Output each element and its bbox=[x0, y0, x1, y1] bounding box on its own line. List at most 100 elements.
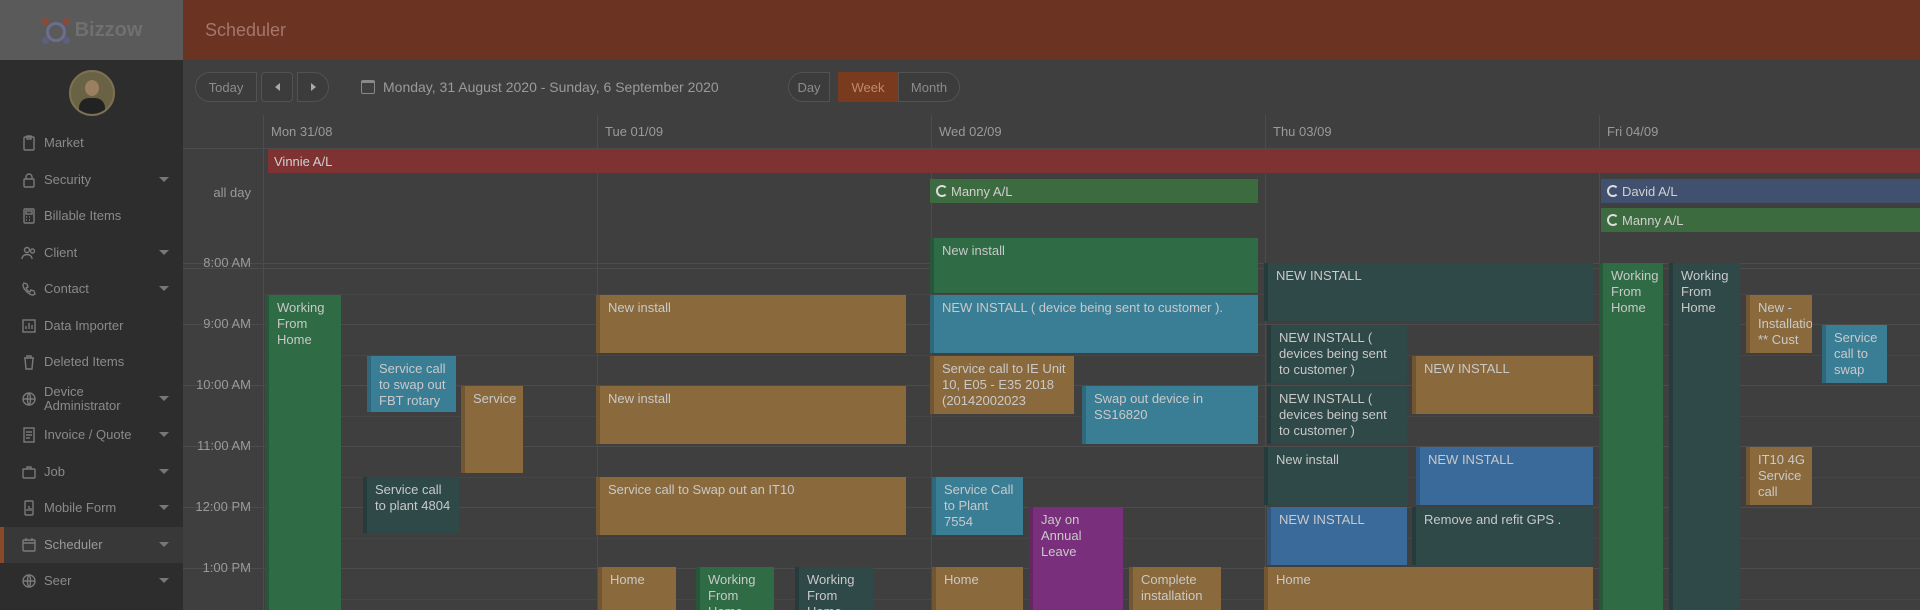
calendar-event[interactable]: NEW INSTALL bbox=[1267, 507, 1407, 565]
calendar-event[interactable]: New install bbox=[1264, 447, 1408, 505]
sidebar-item-invoice-quote[interactable]: Invoice / Quote bbox=[0, 417, 183, 454]
event-title: NEW INSTALL bbox=[1424, 361, 1510, 376]
calendar-event[interactable]: Home bbox=[598, 567, 676, 610]
calendar-event[interactable]: New install bbox=[930, 238, 1258, 293]
sidebar-item-mobile-form[interactable]: Mobile Form bbox=[0, 490, 183, 527]
date-range-label: Monday, 31 August 2020 - Sunday, 6 Septe… bbox=[383, 79, 719, 95]
calendar-event[interactable]: Swap out device in SS16820 bbox=[1082, 386, 1258, 444]
calendar-event[interactable]: New install bbox=[596, 295, 906, 353]
sidebar-item-label: Security bbox=[44, 171, 91, 187]
view-week-button[interactable]: Week bbox=[838, 72, 898, 102]
all-day-event[interactable]: Manny A/L bbox=[930, 179, 1258, 203]
calendar-icon bbox=[20, 536, 38, 554]
event-title: David A/L bbox=[1622, 183, 1678, 199]
sidebar-item-contact[interactable]: Contact bbox=[0, 271, 183, 308]
previous-week-button[interactable] bbox=[261, 72, 293, 102]
calendar-event[interactable]: Working From Home bbox=[1599, 263, 1663, 610]
all-day-event[interactable]: Vinnie A/L bbox=[268, 149, 1920, 173]
calendar-event[interactable]: Working From Home bbox=[265, 295, 341, 610]
event-title: Working From Home bbox=[277, 300, 325, 347]
sidebar-item-job[interactable]: Job bbox=[0, 454, 183, 491]
calendar-event[interactable]: IT10 4G Service call bbox=[1746, 447, 1812, 505]
chevron-left-icon bbox=[274, 83, 280, 91]
calendar-event[interactable]: NEW INSTALL bbox=[1412, 356, 1593, 414]
event-title: Home bbox=[610, 572, 645, 587]
calendar-event[interactable]: Service bbox=[461, 386, 523, 473]
calendar-toolbar: Today Monday, 31 August 2020 - Sunday, 6… bbox=[183, 60, 1920, 115]
sidebar-item-device-administrator[interactable]: Device Administrator bbox=[0, 381, 183, 418]
calendar-event[interactable]: NEW INSTALL ( devices being sent to cust… bbox=[1267, 325, 1407, 383]
sidebar-item-security[interactable]: Security bbox=[0, 162, 183, 199]
calendar-event[interactable]: NEW INSTALL bbox=[1264, 263, 1593, 321]
calendar-event[interactable]: Service call to Swap out an IT10 bbox=[596, 477, 906, 535]
calendar-event[interactable]: Home bbox=[932, 567, 1023, 610]
calendar-event[interactable]: Jay on Annual Leave bbox=[1029, 507, 1123, 610]
sidebar-item-label: Data Importer bbox=[44, 317, 124, 333]
user-avatar[interactable] bbox=[69, 70, 115, 116]
sidebar-item-label: Contact bbox=[44, 281, 89, 297]
event-title: Service call to swap bbox=[1834, 330, 1878, 377]
invoice-icon bbox=[20, 426, 38, 444]
logo-text: Bizzow bbox=[74, 18, 143, 41]
day-header[interactable]: Wed 02/09 bbox=[939, 124, 1002, 139]
sidebar-item-scheduler[interactable]: Scheduler bbox=[0, 526, 183, 563]
day-header[interactable]: Mon 31/08 bbox=[271, 124, 332, 139]
today-button[interactable]: Today bbox=[195, 72, 257, 102]
calendar-event[interactable]: New - Installatio ** Cust bbox=[1746, 295, 1812, 353]
event-title: Home bbox=[1276, 572, 1311, 587]
lock-icon bbox=[20, 171, 38, 189]
event-title: Manny A/L bbox=[951, 183, 1013, 199]
event-title: Vinnie A/L bbox=[274, 153, 333, 169]
view-day-button[interactable]: Day bbox=[788, 72, 830, 102]
calendar-event[interactable]: NEW INSTALL ( devices being sent to cust… bbox=[1267, 386, 1407, 444]
next-week-button[interactable] bbox=[297, 72, 329, 102]
all-day-event[interactable]: David A/L bbox=[1601, 179, 1920, 203]
calendar-event[interactable]: Service call to swap out FBT rotary bbox=[367, 356, 456, 412]
sidebar-item-seer[interactable]: Seer bbox=[0, 563, 183, 600]
globe-gear-icon bbox=[20, 390, 38, 408]
chevron-down-icon bbox=[159, 176, 169, 182]
day-header[interactable]: Tue 01/09 bbox=[605, 124, 663, 139]
event-title: IT10 4G Service call bbox=[1758, 452, 1805, 499]
sidebar-item-billable-items[interactable]: Billable Items bbox=[0, 198, 183, 235]
chevron-down-icon bbox=[159, 541, 169, 547]
sidebar-nav: Market Security Billable Items Client Contac… bbox=[0, 125, 183, 600]
time-label: 10:00 AM bbox=[196, 377, 251, 392]
calendar-event[interactable]: Complete installation bbox=[1129, 567, 1221, 610]
sidebar-item-market[interactable]: Market bbox=[0, 125, 183, 162]
all-day-event[interactable]: Manny A/L bbox=[1601, 208, 1920, 232]
calendar-event[interactable]: Working From Home bbox=[696, 567, 774, 610]
day-header[interactable]: Thu 03/09 bbox=[1273, 124, 1332, 139]
sidebar-item-data-importer[interactable]: Data Importer bbox=[0, 308, 183, 345]
chevron-down-icon bbox=[159, 505, 169, 510]
calendar-event[interactable]: NEW INSTALL bbox=[1416, 447, 1593, 505]
calendar-event[interactable]: Remove and refit GPS . bbox=[1412, 507, 1593, 565]
calendar-event[interactable]: Home bbox=[1264, 567, 1593, 610]
calendar-event[interactable]: Working From Home bbox=[795, 567, 873, 610]
calendar-event[interactable]: Service call to swap bbox=[1822, 325, 1887, 383]
app-logo[interactable]: Bizzow bbox=[0, 0, 183, 60]
calendar-event[interactable]: NEW INSTALL ( device being sent to custo… bbox=[930, 295, 1258, 353]
sidebar-item-deleted-items[interactable]: Deleted Items bbox=[0, 344, 183, 381]
sidebar-item-client[interactable]: Client bbox=[0, 235, 183, 272]
view-month-button[interactable]: Month bbox=[898, 72, 960, 102]
recurring-icon bbox=[1607, 185, 1619, 197]
calendar-event[interactable]: Service Call to Plant 7554 bbox=[932, 477, 1023, 535]
calendar-event[interactable]: New install bbox=[596, 386, 906, 444]
event-title: New - Installatio ** Cust bbox=[1758, 300, 1812, 347]
calendar-event[interactable]: Service call to plant 4804 bbox=[363, 477, 459, 533]
calendar-icon[interactable] bbox=[361, 80, 375, 94]
chevron-right-icon bbox=[310, 83, 316, 91]
event-title: Service call to swap out FBT rotary bbox=[379, 361, 446, 408]
event-title: NEW INSTALL bbox=[1428, 452, 1514, 467]
sidebar-item-label: Invoice / Quote bbox=[44, 427, 132, 443]
calendar-event[interactable]: Service call to IE Unit 10, E05 - E35 20… bbox=[930, 356, 1074, 414]
sidebar-item-label: Client bbox=[44, 244, 78, 260]
chevron-down-icon bbox=[159, 468, 169, 474]
chevron-down-icon bbox=[159, 395, 169, 401]
event-title: Service call to plant 4804 bbox=[375, 482, 451, 513]
day-header[interactable]: Fri 04/09 bbox=[1607, 124, 1658, 139]
grid-column-line bbox=[1265, 115, 1266, 610]
calendar-event[interactable]: Working From Home bbox=[1669, 263, 1740, 610]
chart-icon bbox=[20, 317, 38, 335]
